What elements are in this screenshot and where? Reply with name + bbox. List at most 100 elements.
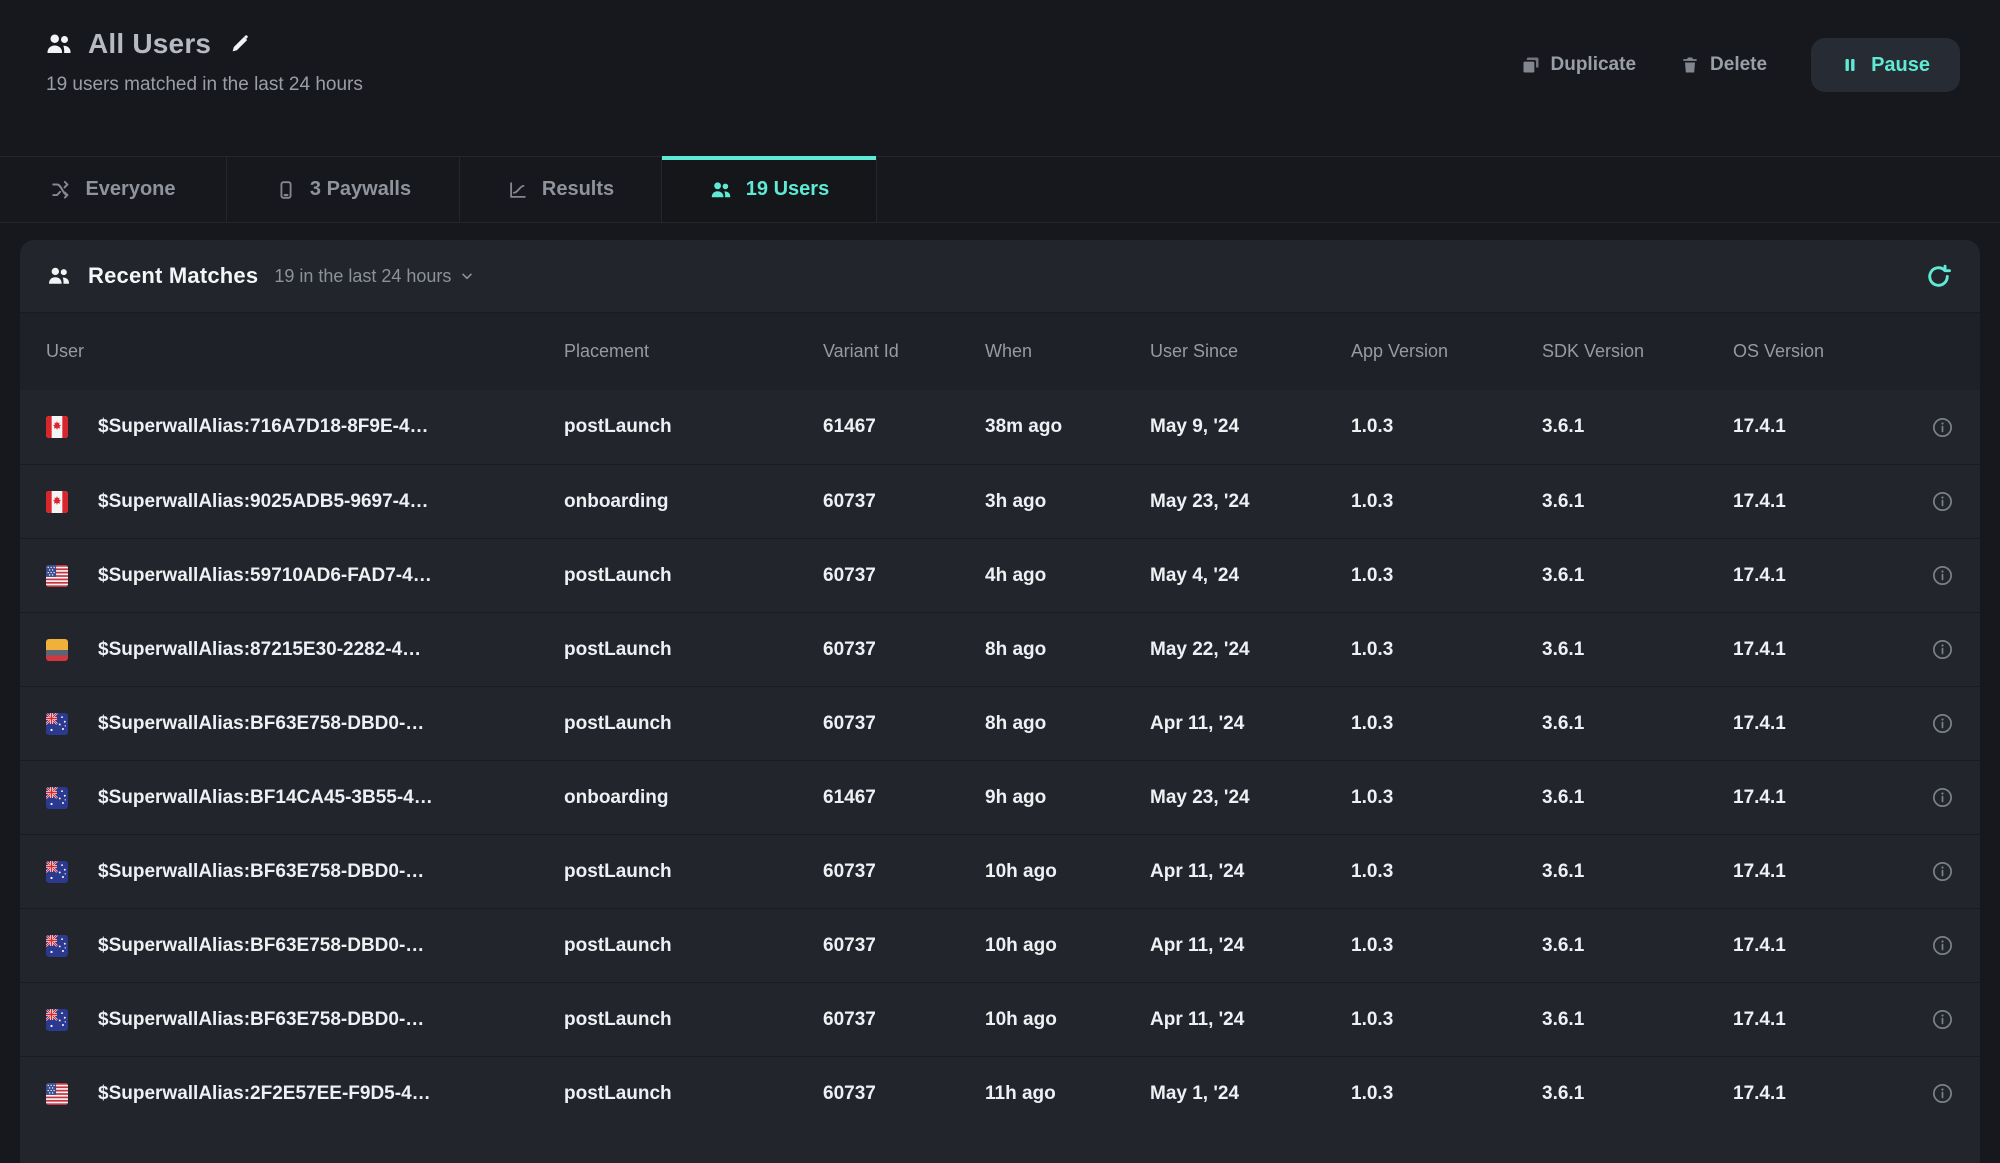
user-alias: $SuperwallAlias:87215E30-2282-4… <box>98 639 421 661</box>
tab-paywalls[interactable]: 3 Paywalls <box>227 157 460 222</box>
info-icon[interactable] <box>1931 638 1954 661</box>
when-cell: 8h ago <box>985 713 1150 735</box>
variant-id-cell: 60737 <box>823 1009 985 1031</box>
when-cell: 3h ago <box>985 491 1150 513</box>
sdk-version-cell: 3.6.1 <box>1542 1083 1733 1105</box>
trash-icon <box>1680 55 1700 75</box>
title-block: All Users 19 users matched in the last 2… <box>44 28 363 96</box>
table-row[interactable]: $SuperwallAlias:BF14CA45-3B55-4… onboard… <box>20 760 1980 834</box>
chart-icon <box>507 179 529 201</box>
when-cell: 10h ago <box>985 861 1150 883</box>
panel-title: Recent Matches <box>88 263 258 289</box>
table-row[interactable]: $SuperwallAlias:BF63E758-DBD0-… postLaun… <box>20 686 1980 760</box>
table-row[interactable]: $SuperwallAlias:87215E30-2282-4… postLau… <box>20 612 1980 686</box>
canada-flag-icon <box>46 491 68 513</box>
variant-id-cell: 61467 <box>823 787 985 809</box>
app-version-cell: 1.0.3 <box>1351 935 1542 957</box>
info-icon[interactable] <box>1931 416 1954 439</box>
pause-label: Pause <box>1871 54 1930 77</box>
os-version-cell: 17.4.1 <box>1733 787 1910 809</box>
col-header-app-version: App Version <box>1351 341 1542 362</box>
variant-id-cell: 60737 <box>823 565 985 587</box>
sdk-version-cell: 3.6.1 <box>1542 1009 1733 1031</box>
table-row[interactable]: $SuperwallAlias:BF63E758-DBD0-… postLaun… <box>20 834 1980 908</box>
placement-cell: postLaunch <box>564 861 823 883</box>
pause-button[interactable]: Pause <box>1811 38 1960 92</box>
user-alias: $SuperwallAlias:9025ADB5-9697-4… <box>98 491 429 513</box>
info-icon[interactable] <box>1931 786 1954 809</box>
user-alias: $SuperwallAlias:59710AD6-FAD7-4… <box>98 565 432 587</box>
placement-cell: postLaunch <box>564 639 823 661</box>
table-row[interactable]: $SuperwallAlias:BF63E758-DBD0-… postLaun… <box>20 908 1980 982</box>
duplicate-label: Duplicate <box>1551 54 1637 76</box>
delete-label: Delete <box>1710 54 1767 76</box>
usa-flag-icon <box>46 1083 68 1105</box>
user-alias: $SuperwallAlias:2F2E57EE-F9D5-4… <box>98 1083 431 1105</box>
sdk-version-cell: 3.6.1 <box>1542 565 1733 587</box>
sdk-version-cell: 3.6.1 <box>1542 416 1733 438</box>
delete-button[interactable]: Delete <box>1680 54 1767 76</box>
user-since-cell: May 4, '24 <box>1150 565 1351 587</box>
tab-users-label: 19 Users <box>746 178 829 201</box>
page-title: All Users <box>88 28 211 60</box>
app-version-cell: 1.0.3 <box>1351 1009 1542 1031</box>
placement-cell: postLaunch <box>564 935 823 957</box>
when-cell: 11h ago <box>985 1083 1150 1105</box>
tab-results[interactable]: Results <box>460 157 662 222</box>
user-alias: $SuperwallAlias:BF63E758-DBD0-… <box>98 713 424 735</box>
app-version-cell: 1.0.3 <box>1351 639 1542 661</box>
users-icon <box>44 29 74 59</box>
tab-paywalls-label: 3 Paywalls <box>310 178 411 201</box>
tab-users[interactable]: 19 Users <box>662 157 877 222</box>
range-dropdown[interactable]: 19 in the last 24 hours <box>274 266 475 287</box>
user-since-cell: May 9, '24 <box>1150 416 1351 438</box>
info-icon[interactable] <box>1931 934 1954 957</box>
range-label: 19 in the last 24 hours <box>274 266 451 287</box>
info-icon[interactable] <box>1931 1008 1954 1031</box>
table-row[interactable]: $SuperwallAlias:59710AD6-FAD7-4… postLau… <box>20 538 1980 612</box>
os-version-cell: 17.4.1 <box>1733 861 1910 883</box>
col-header-when: When <box>985 341 1150 362</box>
app-header: All Users 19 users matched in the last 2… <box>0 0 2000 156</box>
tab-everyone-label: Everyone <box>85 178 175 201</box>
info-icon[interactable] <box>1931 860 1954 883</box>
col-header-placement: Placement <box>564 341 823 362</box>
col-header-os-version: OS Version <box>1733 341 1910 362</box>
info-icon[interactable] <box>1931 564 1954 587</box>
variant-id-cell: 60737 <box>823 713 985 735</box>
edit-pencil-icon[interactable] <box>229 33 251 55</box>
australia-flag-icon <box>46 787 68 809</box>
colombia-flag-icon <box>46 639 68 661</box>
col-header-sdk-version: SDK Version <box>1542 341 1733 362</box>
duplicate-button[interactable]: Duplicate <box>1521 54 1637 76</box>
tab-everyone[interactable]: Everyone <box>0 157 227 222</box>
os-version-cell: 17.4.1 <box>1733 416 1910 438</box>
sdk-version-cell: 3.6.1 <box>1542 713 1733 735</box>
phone-icon <box>275 179 297 201</box>
placement-cell: postLaunch <box>564 1083 823 1105</box>
placement-cell: postLaunch <box>564 1009 823 1031</box>
split-arrow-icon <box>50 179 72 201</box>
pause-icon <box>1841 56 1859 74</box>
sdk-version-cell: 3.6.1 <box>1542 639 1733 661</box>
table-row[interactable]: $SuperwallAlias:9025ADB5-9697-4… onboard… <box>20 464 1980 538</box>
placement-cell: postLaunch <box>564 713 823 735</box>
when-cell: 8h ago <box>985 639 1150 661</box>
info-icon[interactable] <box>1931 1082 1954 1105</box>
sdk-version-cell: 3.6.1 <box>1542 861 1733 883</box>
os-version-cell: 17.4.1 <box>1733 639 1910 661</box>
table-row[interactable]: $SuperwallAlias:2F2E57EE-F9D5-4… postLau… <box>20 1056 1980 1130</box>
users-icon <box>46 263 72 289</box>
table-row[interactable]: $SuperwallAlias:716A7D18-8F9E-4… postLau… <box>20 390 1980 464</box>
info-icon[interactable] <box>1931 712 1954 735</box>
refresh-icon[interactable] <box>1925 263 1952 290</box>
table-row[interactable]: $SuperwallAlias:BF63E758-DBD0-… postLaun… <box>20 982 1980 1056</box>
os-version-cell: 17.4.1 <box>1733 565 1910 587</box>
user-since-cell: Apr 11, '24 <box>1150 1009 1351 1031</box>
table-body: $SuperwallAlias:716A7D18-8F9E-4… postLau… <box>20 390 1980 1130</box>
sdk-version-cell: 3.6.1 <box>1542 491 1733 513</box>
usa-flag-icon <box>46 565 68 587</box>
info-icon[interactable] <box>1931 490 1954 513</box>
page-subtitle: 19 users matched in the last 24 hours <box>46 74 363 96</box>
os-version-cell: 17.4.1 <box>1733 491 1910 513</box>
